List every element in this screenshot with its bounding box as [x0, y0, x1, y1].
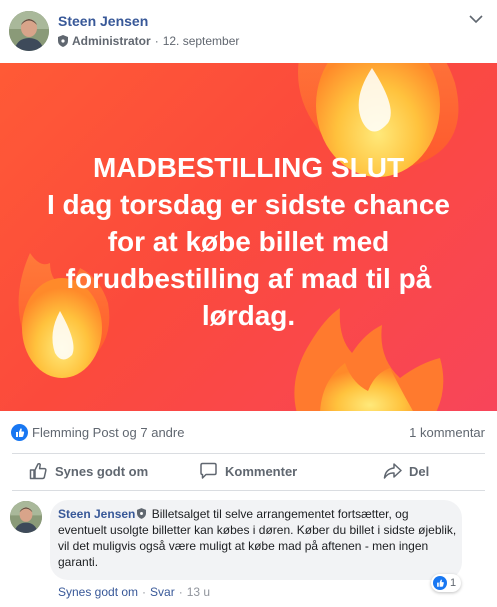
- reaction-count: 1: [450, 577, 457, 589]
- comment-body: Steen Jensen Billetsalget til selve arra…: [58, 506, 458, 570]
- author-name[interactable]: Steen Jensen: [58, 13, 148, 29]
- admin-badge: Administrator: [72, 34, 151, 48]
- banner-line: I dag torsdag er sidste chance: [46, 189, 451, 220]
- reactions-bar: Flemming Post og 7 andre 1 kommentar: [0, 411, 497, 453]
- like-reaction-icon: [433, 576, 447, 590]
- dot-separator: ·: [154, 34, 159, 48]
- banner-line: forudbestilling af mad til på: [65, 263, 432, 294]
- thumbs-up-icon: [29, 462, 47, 480]
- share-button-label: Del: [409, 463, 430, 479]
- like-button[interactable]: Synes godt om: [29, 462, 148, 480]
- divider: [12, 490, 485, 491]
- comment-actions: Synes godt om · Svar · 13 u: [58, 585, 210, 599]
- banner-line: MADBESTILLING SLUT: [92, 152, 405, 183]
- banner-line: for at købe billet med: [107, 226, 390, 257]
- comment-like-link[interactable]: Synes godt om: [58, 585, 138, 599]
- like-reaction-icon[interactable]: [11, 424, 28, 441]
- author-avatar[interactable]: [9, 11, 49, 51]
- post-header: Steen Jensen Administrator · 12. septemb…: [0, 0, 497, 62]
- comment-time[interactable]: 13 u: [187, 585, 210, 599]
- like-button-label: Synes godt om: [55, 463, 149, 479]
- shield-icon: [137, 508, 147, 519]
- post-actions: Synes godt om Kommenter Del: [0, 454, 497, 490]
- comment-button-label: Kommenter: [225, 463, 298, 479]
- share-button[interactable]: Del: [383, 462, 429, 480]
- post-date[interactable]: 12. september: [163, 34, 240, 48]
- share-icon: [383, 463, 402, 479]
- comment-icon: [200, 462, 217, 479]
- dot-separator: ·: [142, 585, 147, 599]
- commenter-avatar[interactable]: [10, 501, 42, 533]
- post-meta: Administrator · 12. september: [58, 34, 239, 48]
- comment-count[interactable]: 1 kommentar: [409, 425, 485, 440]
- banner-headline: MADBESTILLING SLUT I dag torsdag er sids…: [20, 149, 477, 334]
- post-banner[interactable]: MADBESTILLING SLUT I dag torsdag er sids…: [0, 63, 497, 411]
- banner-line: lørdag.: [201, 300, 296, 331]
- comment-reaction-count[interactable]: 1: [431, 574, 462, 592]
- comment-reply-link[interactable]: Svar: [150, 585, 175, 599]
- dot-separator: ·: [178, 585, 183, 599]
- reactors-text[interactable]: Flemming Post og 7 andre: [32, 425, 184, 440]
- comment-author[interactable]: Steen Jensen: [58, 507, 135, 521]
- chevron-down-icon[interactable]: [469, 14, 483, 24]
- shield-icon: [58, 35, 68, 47]
- comment-button[interactable]: Kommenter: [199, 462, 297, 480]
